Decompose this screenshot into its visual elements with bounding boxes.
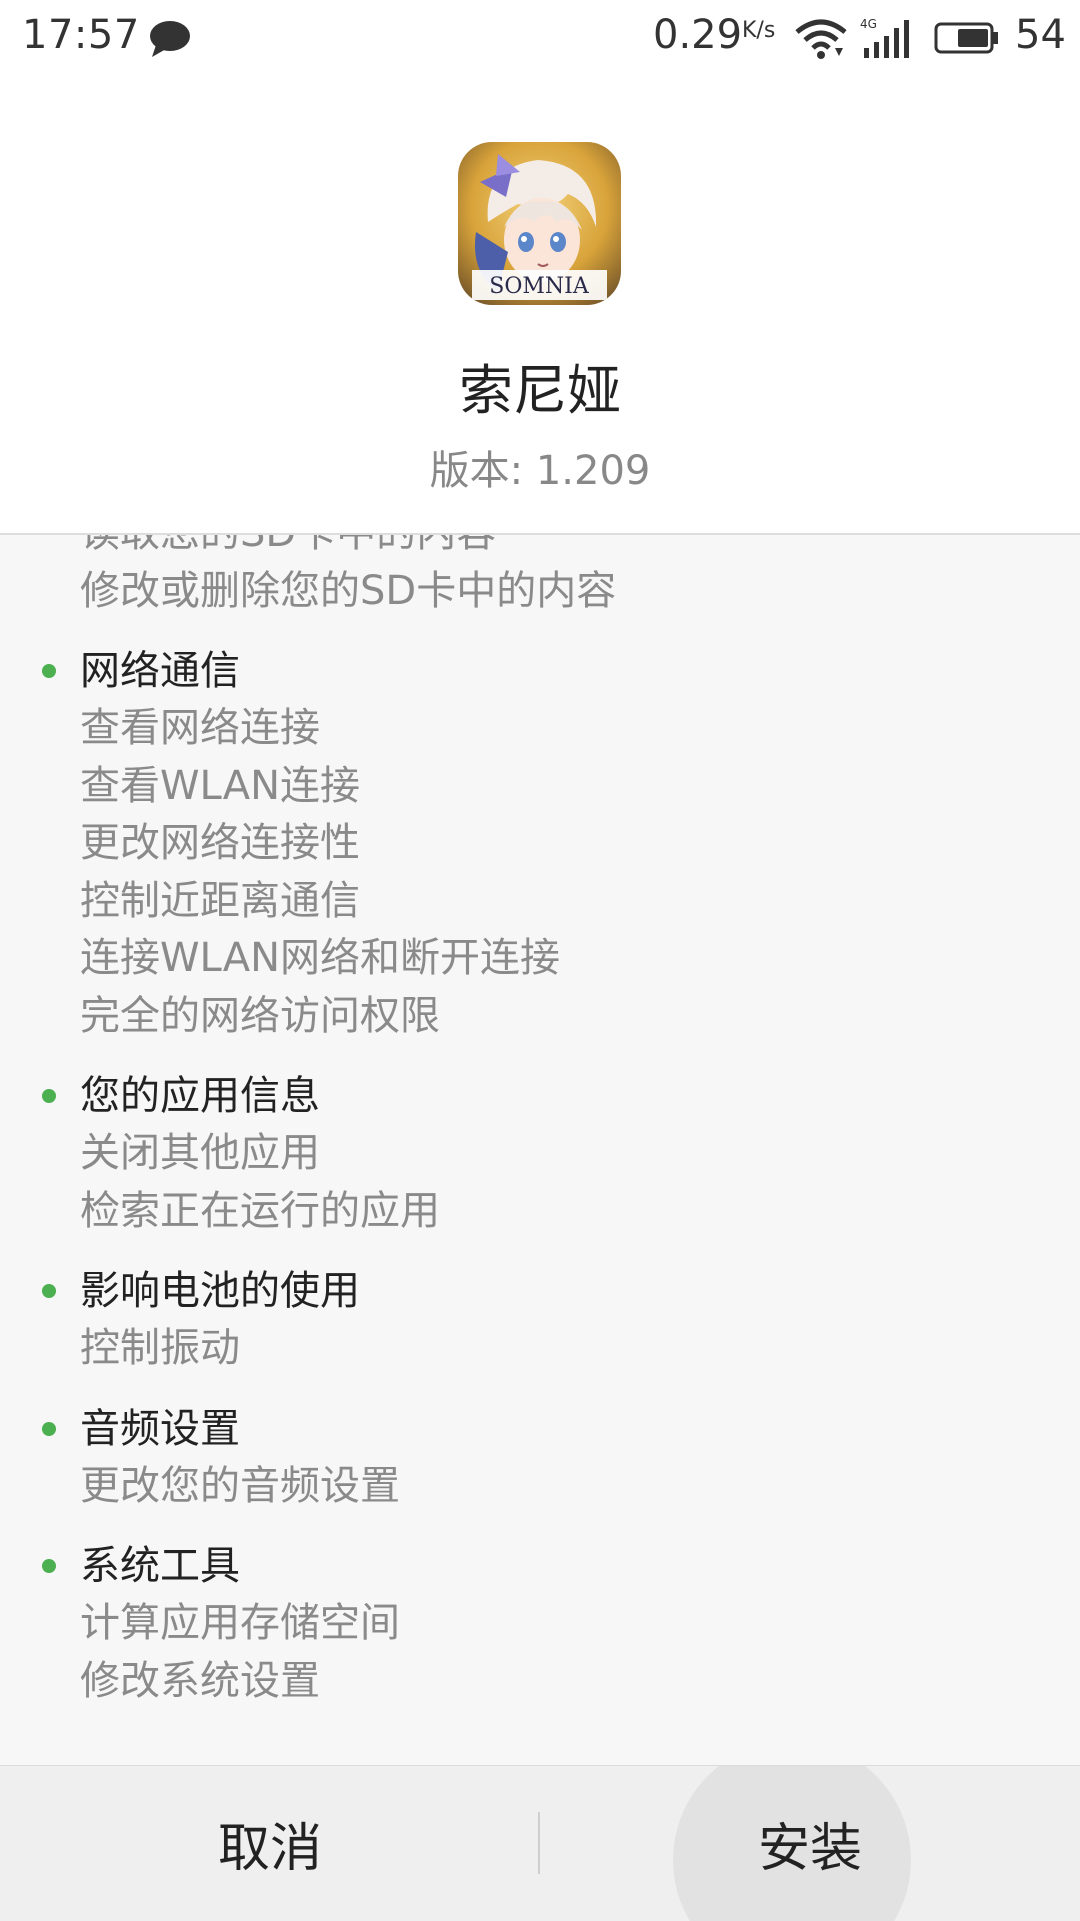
permission-group-battery: 影响电池的使用 控制振动 [0, 1262, 1080, 1378]
network-speed: 0.29 [653, 12, 743, 58]
permission-group-partial: 读取您的SD卡中的内容 修改或删除您的SD卡中的内容 [0, 535, 1080, 620]
permission-item: 检索正在运行的应用 [80, 1187, 440, 1234]
permission-group-title: 您的应用信息 [80, 1073, 320, 1119]
permission-item: 完全的网络访问权限 [80, 992, 440, 1039]
permission-item: 关闭其他应用 [80, 1130, 320, 1176]
permission-group-title: 音频设置 [80, 1405, 240, 1452]
wifi-icon [795, 19, 847, 59]
chat-bubble-icon [150, 21, 190, 57]
status-time: 17:57 [22, 12, 140, 58]
permission-group-title: 影响电池的使用 [80, 1268, 360, 1314]
permission-item: 计算应用存储空间 [80, 1600, 400, 1646]
network-speed-unit: K/s [742, 18, 776, 43]
permission-group-app-info: 您的应用信息 关闭其他应用 检索正在运行的应用 [0, 1067, 1080, 1240]
bullet-icon [42, 1559, 56, 1573]
bullet-icon [42, 1089, 56, 1103]
app-icon-logo-text: SOMNIA [489, 274, 590, 299]
permission-item: 连接WLAN网络和断开连接 [80, 935, 561, 981]
permissions-list[interactable]: 读取您的SD卡中的内容 修改或删除您的SD卡中的内容 网络通信 查看网络连接 查… [0, 535, 1080, 1765]
permission-item: 控制近距离通信 [80, 877, 360, 924]
permission-item: 查看WLAN连接 [80, 762, 361, 809]
bullet-icon [42, 664, 56, 678]
bullet-icon [42, 1284, 56, 1298]
status-bar: 17:57 0.29 K/s 4G 54 [0, 0, 1080, 74]
permission-group-title: 网络通信 [80, 648, 240, 694]
battery-icon [934, 22, 998, 54]
app-info-header: SOMNIA 索尼娅 版本: 1.209 [0, 74, 1080, 535]
permission-item: 查看网络连接 [80, 705, 320, 751]
app-icon: SOMNIA [458, 142, 621, 305]
cellular-signal-icon: 4G [860, 17, 909, 58]
install-button[interactable]: 安装 [540, 1766, 1080, 1921]
permission-group-title: 系统工具 [80, 1543, 240, 1589]
cancel-button[interactable]: 取消 [0, 1766, 540, 1921]
network-type-label: 4G [860, 17, 877, 31]
permission-group-system-tools: 系统工具 计算应用存储空间 修改系统设置 [0, 1537, 1080, 1710]
permissions-scroll-content: 读取您的SD卡中的内容 修改或删除您的SD卡中的内容 网络通信 查看网络连接 查… [0, 535, 1080, 1732]
permission-group-network: 网络通信 查看网络连接 查看WLAN连接 更改网络连接性 控制近距离通信 连接W… [0, 642, 1080, 1045]
permission-item: 修改系统设置 [80, 1657, 320, 1704]
permission-item: 修改或删除您的SD卡中的内容 [80, 567, 617, 614]
permission-group-audio: 音频设置 更改您的音频设置 [0, 1400, 1080, 1516]
permission-item: 更改您的音频设置 [80, 1462, 400, 1509]
permission-item: 控制振动 [80, 1325, 240, 1371]
battery-level: 54 [1015, 12, 1066, 58]
permission-item: 读取您的SD卡中的内容 [80, 535, 1080, 563]
bullet-icon [42, 1421, 56, 1436]
app-name: 索尼娅 [459, 359, 621, 422]
permission-item: 更改网络连接性 [80, 820, 360, 866]
app-version: 版本: 1.209 [429, 448, 651, 494]
bottom-action-bar: 取消 安装 [0, 1765, 1080, 1921]
